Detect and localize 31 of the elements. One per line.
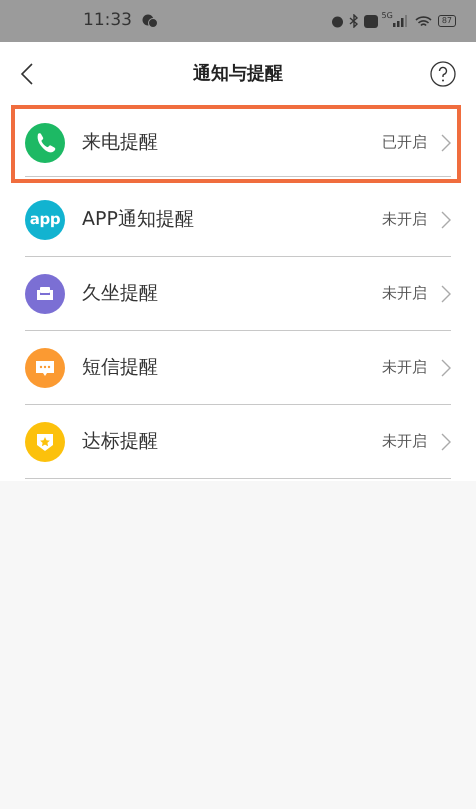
chevron-icon xyxy=(441,210,451,228)
chevron-icon xyxy=(441,134,451,152)
reminder-row[interactable]: 短信提醒 未开启 xyxy=(25,331,451,405)
reminder-row[interactable]: 来电提醒 已开启 xyxy=(25,109,451,177)
status-time: 11:33 xyxy=(83,9,132,32)
row-status: 未开启 xyxy=(382,357,427,378)
reminder-row[interactable]: 达标提醒 未开启 xyxy=(25,405,451,479)
wifi-icon xyxy=(414,14,432,28)
page-title: 通知与提醒 xyxy=(193,62,283,86)
bluetooth-icon xyxy=(348,14,360,28)
row-label: 久坐提醒 xyxy=(82,281,158,306)
battery-indicator: 87 xyxy=(438,15,456,27)
reminder-row[interactable]: 久坐提醒 未开启 xyxy=(25,257,451,331)
chat-icon xyxy=(142,14,158,28)
reminder-row[interactable]: app APP通知提醒 未开启 xyxy=(25,183,451,257)
signal-icon xyxy=(392,15,407,27)
row-label: 短信提醒 xyxy=(82,355,158,380)
chevron-icon xyxy=(441,432,451,450)
app-icon: app xyxy=(25,200,65,240)
help-icon[interactable] xyxy=(430,60,456,86)
row-label: 达标提醒 xyxy=(82,429,158,454)
back-icon[interactable] xyxy=(20,62,34,86)
network-label: 5G xyxy=(382,12,393,20)
row-status: 已开启 xyxy=(382,132,427,154)
row-status: 未开启 xyxy=(382,431,427,452)
row-status: 未开启 xyxy=(382,209,427,230)
row-status: 未开启 xyxy=(382,283,427,304)
row-label: APP通知提醒 xyxy=(82,207,194,232)
row-label: 来电提醒 xyxy=(82,130,158,156)
chevron-icon xyxy=(441,358,451,376)
chevron-icon xyxy=(441,284,451,302)
